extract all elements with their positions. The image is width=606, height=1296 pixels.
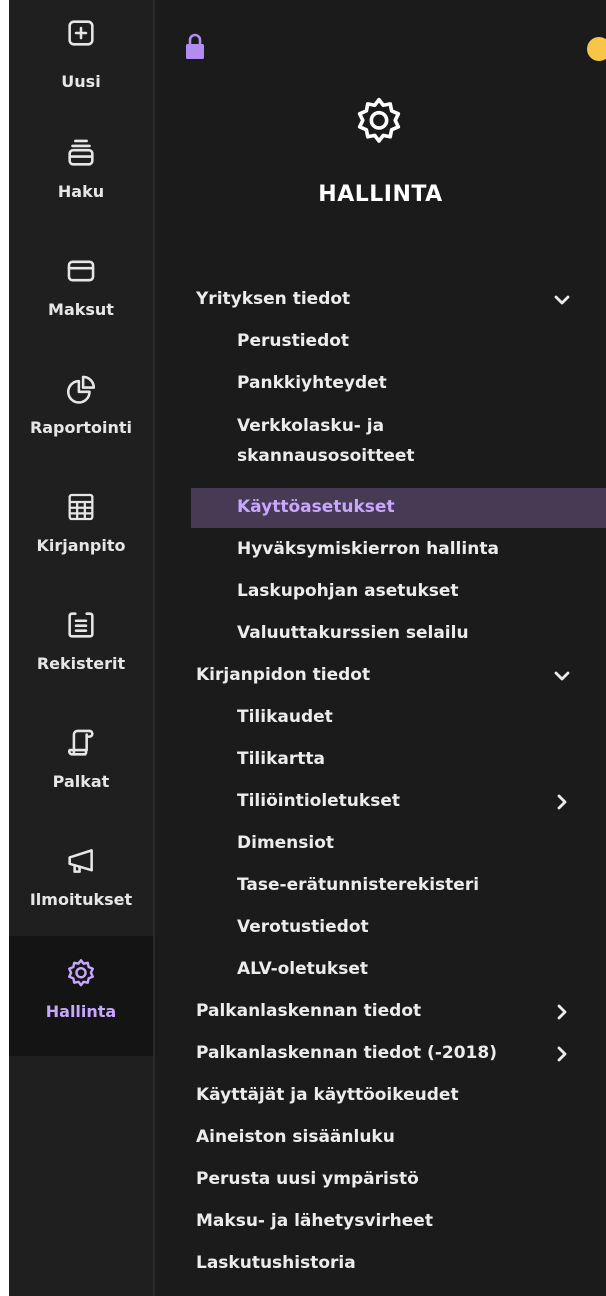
card-icon <box>64 254 98 288</box>
menu-item-tilioíntioletukset[interactable]: Tiliöintioletukset <box>155 782 606 822</box>
menu-item-label: Valuuttakurssien selailu <box>237 623 469 643</box>
rail-item-label: Raportointi <box>29 418 133 437</box>
rail-item-label: Ilmoitukset <box>29 890 133 909</box>
menu-section-aineiston-sisaanluku[interactable]: Aineiston sisäänluku <box>155 1118 606 1158</box>
menu-section-label: Maksu- ja lähetysvirheet <box>196 1211 433 1231</box>
menu-item-valuuttakurssien-selailu[interactable]: Valuuttakurssien selailu <box>155 614 606 654</box>
rail-item-palkat[interactable]: Palkat <box>9 708 153 824</box>
calculator-icon <box>64 490 98 524</box>
app-window: Uusi Haku Maksut Raportointi Kirjanpito … <box>0 0 606 1296</box>
menu-section-label: Laskutushistoria <box>196 1253 356 1273</box>
menu-item-label: Tilikaudet <box>237 707 333 727</box>
rail-item-label: Hallinta <box>45 1002 117 1021</box>
rail-item-raportointi[interactable]: Raportointi <box>9 354 153 470</box>
menu-section-palkanlaskennan-tiedot-2018[interactable]: Palkanlaskennan tiedot (-2018) <box>155 1034 606 1074</box>
search-stack-icon <box>64 136 98 170</box>
menu-item-label: Hyväksymiskierron hallinta <box>237 539 499 559</box>
menu-item-label: Käyttöasetukset <box>237 497 395 517</box>
menu-item-dimensiot[interactable]: Dimensiot <box>155 824 606 864</box>
menu-item-tilikartta[interactable]: Tilikartta <box>155 740 606 780</box>
menu-item-tase-eratunnisterekisteri[interactable]: Tase-erätunnisterekisteri <box>155 866 606 906</box>
lock-icon[interactable] <box>184 32 206 60</box>
menu-section-perusta-uusi-ymparisto[interactable]: Perusta uusi ympäristö <box>155 1160 606 1200</box>
menu-section-label: Aineiston sisäänluku <box>196 1127 395 1147</box>
rail-item-label: Haku <box>57 182 105 201</box>
admin-menu-panel: HALLINTA Yrityksen tiedot Perustiedot Pa… <box>155 0 606 1296</box>
rail-item-ilmoitukset[interactable]: Ilmoitukset <box>9 826 153 942</box>
menu-section-label: Palkanlaskennan tiedot (-2018) <box>196 1043 497 1063</box>
pie-chart-icon <box>64 372 98 406</box>
menu-section-kirjanpidon-tiedot[interactable]: Kirjanpidon tiedot <box>155 656 606 696</box>
rail-item-kirjanpito[interactable]: Kirjanpito <box>9 472 153 588</box>
menu-item-tilikaudet[interactable]: Tilikaudet <box>155 698 606 738</box>
menu-section-label: Perusta uusi ympäristö <box>196 1169 419 1189</box>
menu-item-label: ALV-oletukset <box>237 959 368 979</box>
menu-section-label: Palkanlaskennan tiedot <box>196 1001 422 1021</box>
menu-section-palkanlaskennan-tiedot[interactable]: Palkanlaskennan tiedot <box>155 992 606 1032</box>
register-icon <box>64 608 98 642</box>
menu-item-verkkolasku-ja-skannausosoitteet[interactable]: Verkkolasku- ja skannausosoitteet <box>155 406 606 484</box>
menu-section-label: Kirjanpidon tiedot <box>196 665 371 685</box>
rail-item-label: Rekisterit <box>36 654 126 673</box>
menu-section-laskutushistoria[interactable]: Laskutushistoria <box>155 1244 606 1284</box>
chevron-right-icon[interactable] <box>553 1003 571 1021</box>
menu-section-kayttajat-ja-kayttooikeudet[interactable]: Käyttäjät ja käyttöoikeudet <box>155 1076 606 1116</box>
window-edge <box>0 0 9 1296</box>
menu-item-label: Tiliöintioletukset <box>237 791 400 811</box>
chevron-down-icon[interactable] <box>553 291 571 309</box>
rail-item-maksut[interactable]: Maksut <box>9 236 153 352</box>
menu-item-label: Tase-erätunnisterekisteri <box>237 875 480 895</box>
chevron-down-icon[interactable] <box>553 667 571 685</box>
gear-icon <box>352 94 406 148</box>
megaphone-icon <box>64 844 98 878</box>
menu-item-kayttoasetukset[interactable]: Käyttöasetukset <box>191 488 606 528</box>
menu-section-yrityksen-tiedot[interactable]: Yrityksen tiedot <box>155 280 606 320</box>
rail-item-label: Maksut <box>48 300 114 319</box>
menu-item-label: Verotustiedot <box>237 917 369 937</box>
side-navigation-rail: Uusi Haku Maksut Raportointi Kirjanpito … <box>9 0 153 1296</box>
menu-section-maksu-ja-lahetysvirheet[interactable]: Maksu- ja lähetysvirheet <box>155 1202 606 1242</box>
menu-item-hyvaksymiskierron-hallinta[interactable]: Hyväksymiskierron hallinta <box>155 530 606 570</box>
rail-item-hallinta[interactable]: Hallinta <box>9 936 153 1056</box>
rail-item-haku[interactable]: Haku <box>9 118 153 234</box>
menu-item-label: Dimensiot <box>237 833 335 853</box>
rail-item-uusi[interactable]: Uusi <box>9 0 153 116</box>
gear-icon <box>64 956 98 990</box>
menu-item-label: Verkkolasku- ja skannausosoitteet <box>237 416 415 466</box>
rail-item-rekisterit[interactable]: Rekisterit <box>9 590 153 706</box>
status-indicator-dot <box>587 37 606 61</box>
menu-item-perustiedot[interactable]: Perustiedot <box>155 322 606 362</box>
rail-item-label: Uusi <box>61 72 101 91</box>
menu-item-verotustiedot[interactable]: Verotustiedot <box>155 908 606 948</box>
menu-section-label: Käyttäjät ja käyttöoikeudet <box>196 1085 459 1105</box>
chevron-right-icon[interactable] <box>553 793 571 811</box>
page-title: HALLINTA <box>318 182 443 207</box>
plus-square-icon <box>64 16 98 50</box>
menu-item-pankkiyhteydet[interactable]: Pankkiyhteydet <box>155 364 606 404</box>
menu-item-alv-oletukset[interactable]: ALV-oletukset <box>155 950 606 990</box>
rail-item-label: Palkat <box>52 772 110 791</box>
menu-item-label: Laskupohjan asetukset <box>237 581 459 601</box>
chevron-right-icon[interactable] <box>553 1045 571 1063</box>
scroll-icon <box>64 726 98 760</box>
menu-section-label: Yrityksen tiedot <box>196 289 351 309</box>
rail-item-label: Kirjanpito <box>36 536 126 555</box>
menu-item-laskupohjan-asetukset[interactable]: Laskupohjan asetukset <box>155 572 606 612</box>
menu-item-label: Pankkiyhteydet <box>237 373 387 393</box>
menu-item-label: Perustiedot <box>237 331 350 351</box>
menu-item-label: Tilikartta <box>237 749 325 769</box>
